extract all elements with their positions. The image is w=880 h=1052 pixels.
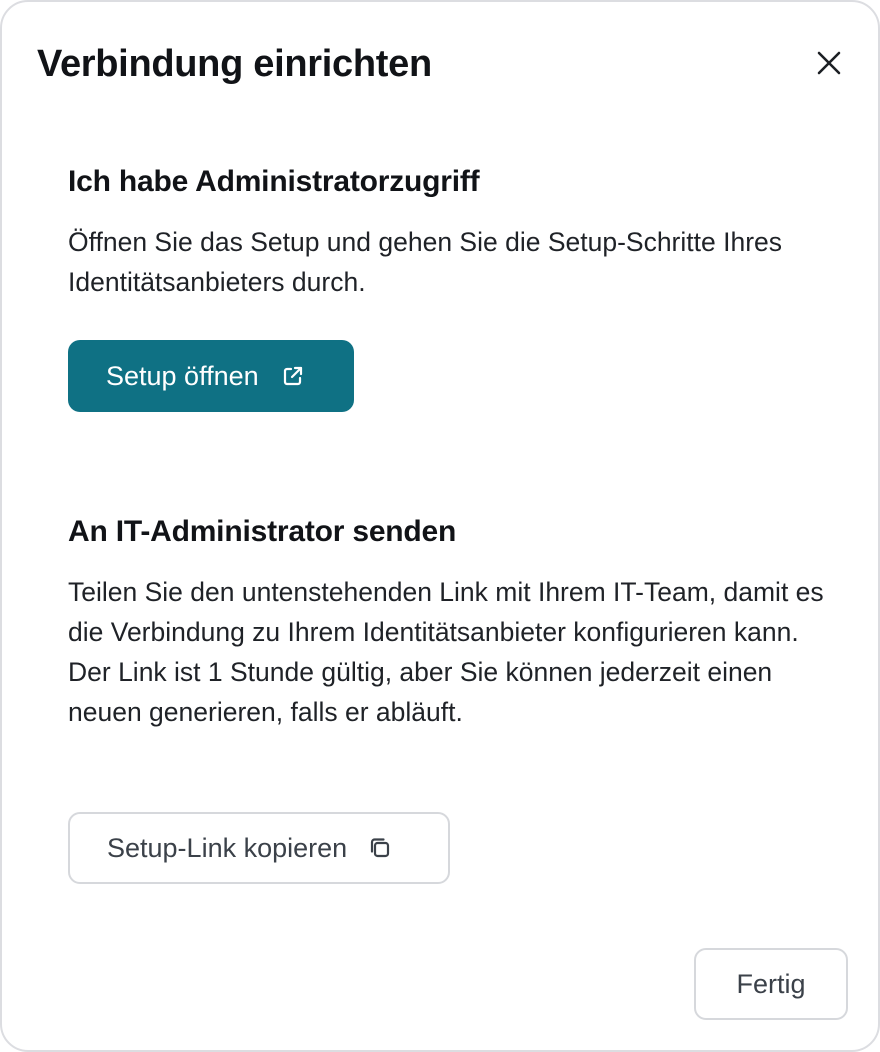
dialog-title: Verbindung einrichten xyxy=(37,43,432,85)
copy-icon xyxy=(367,835,393,861)
admin-section-description: Öffnen Sie das Setup und gehen Sie die S… xyxy=(68,227,783,297)
admin-section-heading: Ich habe Administratorzugriff xyxy=(68,165,480,198)
external-link-icon xyxy=(281,364,305,388)
it-section-heading: An IT-Administrator senden xyxy=(68,515,457,548)
open-setup-button[interactable]: Setup öffnen xyxy=(68,340,354,412)
send-to-it-section: An IT-Administrator senden Teilen Sie de… xyxy=(68,512,828,732)
setup-connection-dialog: Verbindung einrichten Ich habe Administr… xyxy=(0,0,880,1052)
done-button[interactable]: Fertig xyxy=(694,948,848,1020)
copy-setup-link-button[interactable]: Setup-Link kopieren xyxy=(68,812,450,884)
open-setup-label: Setup öffnen xyxy=(106,360,259,391)
copy-setup-link-label: Setup-Link kopieren xyxy=(107,832,348,863)
admin-access-section: Ich habe Administratorzugriff Öffnen Sie… xyxy=(68,162,828,302)
close-icon xyxy=(814,48,844,78)
it-section-description: Teilen Sie den untenstehenden Link mit I… xyxy=(68,577,824,727)
close-button[interactable] xyxy=(806,40,852,86)
